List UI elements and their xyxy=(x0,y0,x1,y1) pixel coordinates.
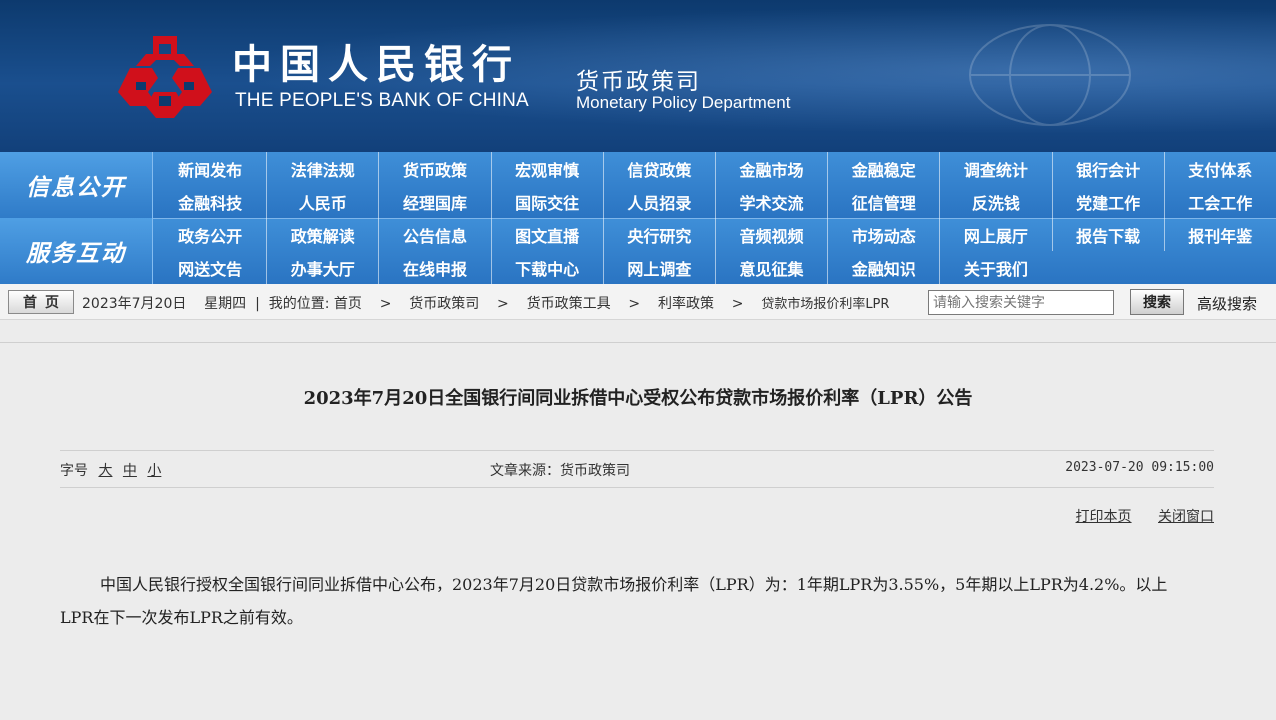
nav-item-policy-interpretation[interactable]: 政策解读 xyxy=(266,218,378,251)
page: 中国人民银行 THE PEOPLE'S BANK OF CHINA 货币政策司 … xyxy=(0,0,1276,720)
search-button[interactable]: 搜索 xyxy=(1130,289,1184,315)
nav-info-band: 信息公开 新闻发布 法律法规 货币政策 宏观审慎 信贷政策 金融市场 金融稳定 … xyxy=(0,152,1276,218)
breadcrumb-separator: > xyxy=(497,296,509,312)
current-date: 2023年7月20日 xyxy=(82,296,187,312)
nav-item-rmb[interactable]: 人民币 xyxy=(266,185,378,218)
nav-item-about-us[interactable]: 关于我们 xyxy=(939,251,1051,284)
home-button[interactable]: 首页 xyxy=(8,290,74,314)
divider xyxy=(60,487,1214,488)
breadcrumb-separator: > xyxy=(379,296,392,312)
article-title: 2023年7月20日全国银行间同业拆借中心受权公布贷款市场报价利率（LPR）公告 xyxy=(303,388,973,409)
print-link[interactable]: 打印本页 xyxy=(1076,509,1132,525)
font-size-medium[interactable]: 中 xyxy=(123,463,137,479)
nav-item-online-declaration[interactable]: 在线申报 xyxy=(378,251,490,284)
breadcrumb-bar: 首页 2023年7月20日 星期四 | 我的位置: 首页 > 货币政策司 > 货… xyxy=(0,284,1276,320)
nav-item-financial-knowledge[interactable]: 金融知识 xyxy=(827,251,939,284)
nav-item-credit-reference[interactable]: 征信管理 xyxy=(827,185,939,218)
nav-item-academic[interactable]: 学术交流 xyxy=(714,185,827,218)
article-meta: 字号 大 中 小 文章来源：货币政策司 2023-07-20 09:15:00 xyxy=(60,460,1214,482)
nav-item-financial-stability[interactable]: 金融稳定 xyxy=(827,152,939,185)
nav-item-fintech[interactable]: 金融科技 xyxy=(154,185,266,218)
nav-item-party-building[interactable]: 党建工作 xyxy=(1051,185,1164,218)
breadcrumb-interest-rate[interactable]: 利率政策 xyxy=(658,296,714,312)
bank-name-en: THE PEOPLE'S BANK OF CHINA xyxy=(235,90,529,111)
nav-item-online-exhibition[interactable]: 网上展厅 xyxy=(939,218,1051,251)
location-label: 我的位置: xyxy=(268,296,330,312)
divider xyxy=(60,450,1214,451)
pboc-logo-icon xyxy=(118,36,212,118)
close-window-link[interactable]: 关闭窗口 xyxy=(1158,509,1214,525)
article-source: 文章来源：货币政策司 xyxy=(490,463,630,479)
nav-item-payment-system[interactable]: 支付体系 xyxy=(1163,152,1276,185)
breadcrumb-monetary-dept[interactable]: 货币政策司 xyxy=(409,296,479,312)
nav-item-recruitment[interactable]: 人员招录 xyxy=(602,185,715,218)
nav-info-title: 信息公开 xyxy=(0,152,153,218)
nav-item-online-notices[interactable]: 网送文告 xyxy=(154,251,266,284)
font-size-small[interactable]: 小 xyxy=(147,463,161,479)
nav-item-research[interactable]: 央行研究 xyxy=(602,218,715,251)
font-size-large[interactable]: 大 xyxy=(98,463,112,479)
font-size-label: 字号 xyxy=(60,463,88,479)
nav-service-title: 服务互动 xyxy=(0,218,153,284)
nav-item-feedback[interactable]: 意见征集 xyxy=(714,251,827,284)
article-datetime: 2023-07-20 09:15:00 xyxy=(1065,460,1214,475)
nav-item-statistics[interactable]: 调查统计 xyxy=(939,152,1051,185)
nav-item-report-download[interactable]: 报告下载 xyxy=(1051,218,1164,251)
nav-item-bank-accounting[interactable]: 银行会计 xyxy=(1051,152,1164,185)
nav-item-yearbook[interactable]: 报刊年鉴 xyxy=(1163,218,1276,251)
divider xyxy=(0,342,1276,343)
breadcrumb-lpr[interactable]: 贷款市场报价利率LPR xyxy=(761,297,889,312)
nav-item-financial-market[interactable]: 金融市场 xyxy=(714,152,827,185)
nav-item-announcements[interactable]: 公告信息 xyxy=(378,218,490,251)
nav-item-market-news[interactable]: 市场动态 xyxy=(827,218,939,251)
current-weekday: 星期四 xyxy=(204,296,247,312)
nav-item-international[interactable]: 国际交往 xyxy=(490,185,603,218)
nav-item-live[interactable]: 图文直播 xyxy=(490,218,603,251)
nav-item-union[interactable]: 工会工作 xyxy=(1163,185,1276,218)
breadcrumb-separator: > xyxy=(628,296,641,312)
search-input[interactable] xyxy=(928,290,1114,315)
nav-info-grid: 新闻发布 法律法规 货币政策 宏观审慎 信贷政策 金融市场 金融稳定 调查统计 … xyxy=(154,152,1276,218)
banner-globe-decoration xyxy=(969,24,1131,126)
dept-name-en: Monetary Policy Department xyxy=(576,93,791,112)
nav-item-gov-affairs[interactable]: 政务公开 xyxy=(154,218,266,251)
breadcrumb-home[interactable]: 首页 xyxy=(334,296,362,312)
nav-item-laws[interactable]: 法律法规 xyxy=(266,152,378,185)
article-container: 2023年7月20日全国银行间同业拆借中心受权公布贷款市场报价利率（LPR）公告… xyxy=(0,320,1276,720)
breadcrumb-separator: > xyxy=(731,296,744,312)
nav-item-service-hall[interactable]: 办事大厅 xyxy=(266,251,378,284)
nav-item-audio-video[interactable]: 音频视频 xyxy=(714,218,827,251)
nav-item-online-survey[interactable]: 网上调查 xyxy=(602,251,715,284)
dept-name-cn: 货币政策司 xyxy=(576,69,701,95)
advanced-search-link[interactable]: 高级搜索 xyxy=(1197,293,1257,314)
nav-service-band: 服务互动 政务公开 政策解读 公告信息 图文直播 央行研究 音频视频 市场动态 … xyxy=(0,218,1276,284)
breadcrumb-policy-tools[interactable]: 货币政策工具 xyxy=(527,296,611,312)
nav-item-credit-policy[interactable]: 信贷政策 xyxy=(602,152,715,185)
nav-service-grid: 政务公开 政策解读 公告信息 图文直播 央行研究 音频视频 市场动态 网上展厅 … xyxy=(154,218,1276,284)
nav-item-download-center[interactable]: 下载中心 xyxy=(490,251,603,284)
nav-item-news[interactable]: 新闻发布 xyxy=(154,152,266,185)
breadcrumb: 2023年7月20日 星期四 | 我的位置: 首页 > 货币政策司 > 货币政策… xyxy=(82,296,890,312)
bank-name-cn: 中国人民银行 xyxy=(232,41,520,88)
article-body: 中国人民银行授权全国银行间同业拆借中心公布，2023年7月20日贷款市场报价利率… xyxy=(60,575,1168,627)
font-size-controls: 字号 大 中 小 xyxy=(60,460,161,480)
nav-item-monetary-policy[interactable]: 货币政策 xyxy=(378,152,490,185)
article-tools: 打印本页 关闭窗口 xyxy=(1054,506,1214,526)
nav-item-treasury[interactable]: 经理国库 xyxy=(378,185,490,218)
nav-item-macroprudential[interactable]: 宏观审慎 xyxy=(490,152,603,185)
nav-item-anti-money-laundering[interactable]: 反洗钱 xyxy=(939,185,1051,218)
header-banner: 中国人民银行 THE PEOPLE'S BANK OF CHINA 货币政策司 … xyxy=(0,0,1276,152)
